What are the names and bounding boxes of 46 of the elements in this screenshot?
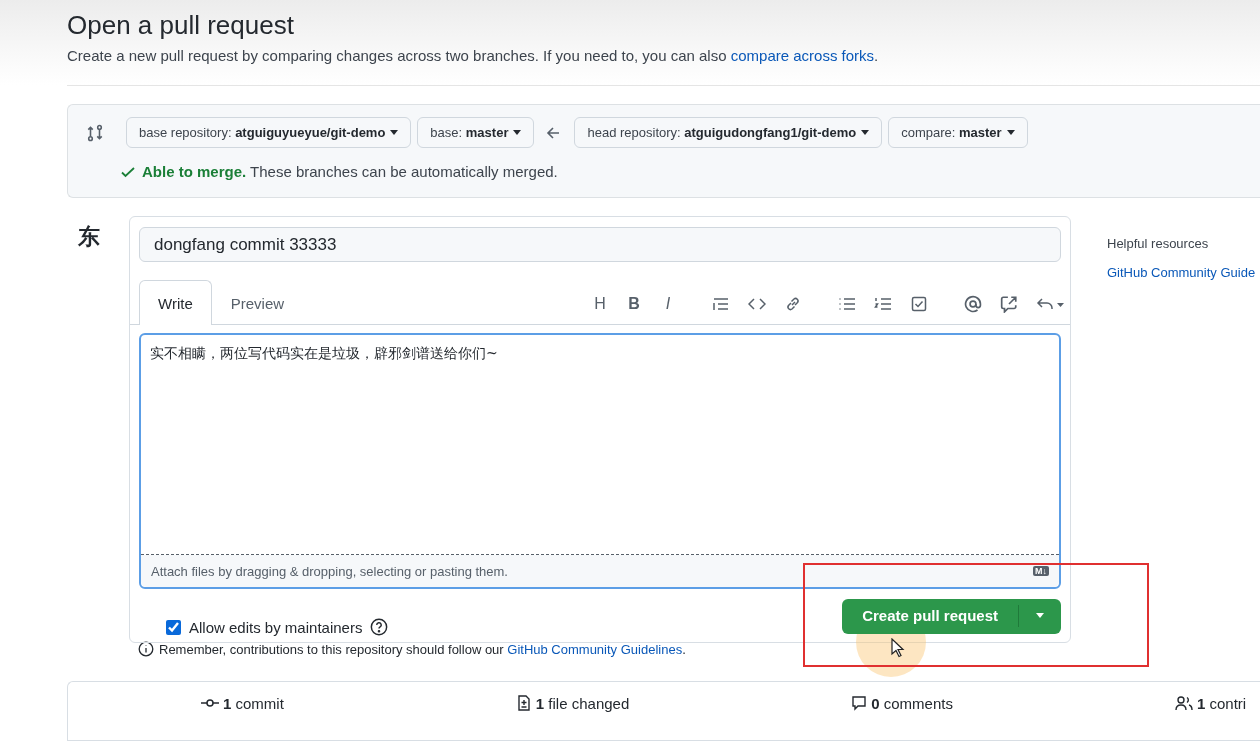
numbered-list-icon[interactable] (874, 296, 892, 312)
caret-icon[interactable] (1035, 613, 1045, 619)
summary-stat[interactable]: 1 commit (223, 694, 284, 712)
sidebar-heading: Helpful resources (1107, 236, 1210, 251)
summary-stat[interactable]: 1 file changed (535, 694, 630, 712)
help-icon[interactable] (370, 618, 389, 636)
format-button[interactable]: I (660, 295, 676, 313)
bulleted-list-icon[interactable] (838, 296, 856, 312)
reference-icon[interactable] (1000, 295, 1018, 313)
file-diff-icon (515, 695, 532, 711)
branch-selector[interactable]: base: master (417, 117, 535, 148)
page-subtitle: Create a new pull request by comparing changes across two branches. If you need to, you can also compare across forks. (67, 47, 880, 64)
info-icon (138, 641, 154, 657)
attach-hint: Attach files by dragging & dropping, selecting or pasting them. (151, 563, 508, 579)
editor-tab[interactable]: Write (139, 280, 212, 325)
markdown-badge: M↓ (1033, 566, 1049, 576)
left-arrow-icon (546, 125, 561, 140)
summary-stat[interactable]: 1 contri (1196, 694, 1247, 712)
comment-icon (851, 695, 868, 711)
task-list-icon[interactable] (910, 296, 928, 312)
guidelines-link[interactable]: GitHub Community Guide (1107, 265, 1256, 280)
reply-icon[interactable] (1036, 296, 1066, 312)
branch-selector[interactable]: compare: master (888, 117, 1028, 148)
create-pull-request-button[interactable]: Create pull request (842, 598, 1061, 634)
comment-editor[interactable]: 实不相瞒，两位写代码实在是垃圾，辟邪剑谱送给你们~ Attach files by dragging & dropping, selecting or pasting them. M↓ (139, 333, 1061, 589)
editor-tab[interactable]: Preview (211, 280, 304, 325)
summary-stat[interactable]: 0 comments (871, 694, 953, 712)
title-field[interactable]: dongfang commit 33333 (139, 227, 1061, 262)
merge-status: Able to merge. These branches can be automatically merged. (142, 163, 558, 180)
allow-edits-label: Allow edits by maintainers (189, 618, 363, 636)
compare-arrows-icon (86, 123, 104, 142)
quote-icon[interactable] (712, 296, 730, 312)
avatar: 东 (78, 223, 101, 251)
contribution-note: Remember, contributions to this repository should follow our GitHub Community Guidelines. (159, 641, 686, 657)
format-button[interactable]: B (626, 295, 642, 313)
page-title: Open a pull request (67, 10, 294, 41)
code-icon[interactable] (748, 296, 766, 312)
branch-selector[interactable]: head repository: atguigudongfang1/git-demo (574, 117, 883, 148)
allow-edits-checkbox[interactable] (166, 619, 181, 635)
format-button[interactable]: H (592, 295, 608, 313)
mouse-cursor-icon (891, 638, 905, 658)
branch-selector[interactable]: base repository: atguiguyueyue/git-demo (126, 117, 412, 148)
people-icon (1174, 695, 1193, 711)
link-icon[interactable] (784, 296, 802, 312)
commit-icon (201, 696, 219, 710)
mention-icon[interactable] (964, 295, 982, 313)
